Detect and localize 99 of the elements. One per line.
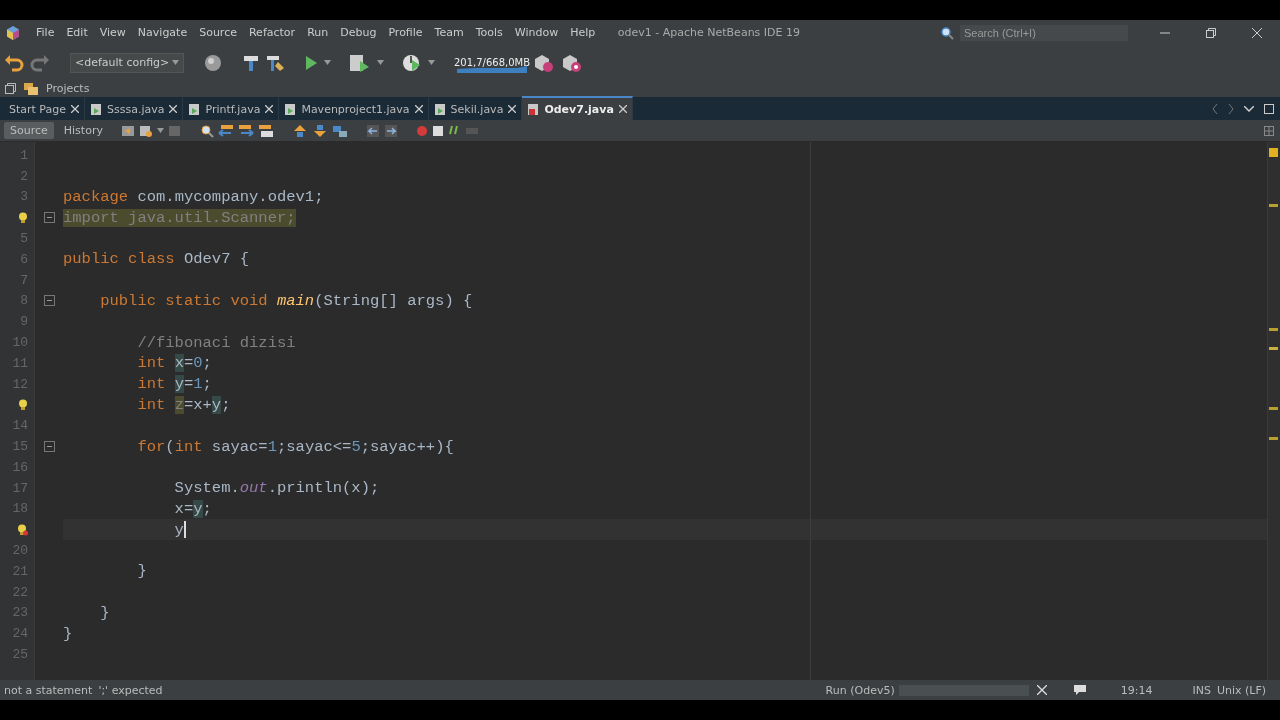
run-icon[interactable]: [304, 53, 318, 72]
code-line: for(int sayac=1;sayac<=5;sayac++){: [136, 437, 454, 456]
shift-left-icon[interactable]: [365, 123, 380, 138]
menu-item[interactable]: Edit: [60, 26, 94, 39]
code-line: }: [99, 603, 110, 622]
error-lightbulb-icon: [17, 523, 28, 536]
editor-tab[interactable]: Start Page: [4, 96, 85, 120]
chevron-left-icon[interactable]: [1212, 104, 1218, 114]
status-message: ';' expected: [98, 683, 163, 697]
code-line: int z=x+y;: [136, 395, 231, 414]
close-icon[interactable]: [1036, 685, 1047, 695]
code-line: //fibonaci dizisi: [136, 333, 296, 352]
menu-item[interactable]: Profile: [382, 26, 429, 39]
fold-icon[interactable]: [43, 212, 55, 224]
caret-position: 19:14: [1120, 683, 1153, 697]
caret-icon[interactable]: [172, 60, 179, 65]
caret-icon[interactable]: [324, 60, 331, 65]
hammer-broom-icon[interactable]: [266, 53, 286, 72]
java-file-icon: [433, 102, 446, 116]
fold-icon[interactable]: [43, 295, 55, 307]
menu-item[interactable]: Navigate: [131, 26, 194, 39]
line-endings: Unix (LF): [1216, 683, 1266, 697]
highlight-icon[interactable]: [257, 123, 274, 138]
code-line: int x=0;: [136, 354, 212, 373]
caret-icon[interactable]: [156, 128, 164, 133]
view-tab[interactable]: Source: [4, 122, 54, 139]
cube-gc-icon[interactable]: [561, 52, 583, 73]
fold-icon[interactable]: [43, 441, 55, 453]
menu-item[interactable]: Debug: [334, 26, 383, 39]
insert-mode: INS: [1192, 683, 1211, 697]
speech-bubble-icon[interactable]: [1072, 684, 1087, 696]
window-icon[interactable]: [5, 83, 16, 94]
close-icon[interactable]: [71, 105, 79, 113]
app-logo-icon: [6, 24, 20, 41]
code-line: }: [63, 624, 73, 643]
profile-icon[interactable]: [402, 53, 422, 72]
restore-icon[interactable]: [1206, 27, 1216, 38]
close-icon[interactable]: [265, 105, 274, 113]
code-line: public static void main(String[] args) {: [99, 291, 473, 310]
caret-icon[interactable]: [428, 60, 435, 65]
menu-item[interactable]: Source: [193, 26, 243, 39]
shift-right-icon[interactable]: [383, 123, 398, 138]
status-message: not a statement: [4, 683, 93, 697]
code-line: public class Odev7 {: [63, 250, 250, 269]
menu-item[interactable]: Help: [564, 26, 602, 39]
caret-icon[interactable]: [377, 60, 384, 65]
java-file-icon: [188, 102, 201, 116]
menu-item[interactable]: View: [93, 26, 132, 39]
hammer-icon[interactable]: [242, 53, 260, 72]
close-icon[interactable]: [1252, 27, 1262, 38]
menu-item[interactable]: Run: [301, 26, 335, 39]
menu-item[interactable]: File: [30, 26, 61, 39]
last-edit-icon[interactable]: [120, 123, 135, 138]
code-line: }: [136, 562, 147, 581]
projects-tab[interactable]: Projects: [46, 82, 90, 95]
find-next-icon[interactable]: [237, 123, 254, 138]
text-caret: [183, 521, 186, 539]
code-line: package com.mycompany.odev1;: [63, 188, 324, 206]
close-icon[interactable]: [618, 105, 627, 113]
menu-item[interactable]: Window: [508, 26, 565, 39]
chevron-down-icon[interactable]: [1244, 106, 1254, 112]
view-tab[interactable]: History: [57, 122, 109, 139]
status-icon: [1269, 148, 1278, 157]
java-file-icon: [90, 102, 102, 116]
globe-icon[interactable]: [204, 53, 222, 72]
code-line: System.out.println(x);: [173, 479, 380, 498]
cube-gc-icon[interactable]: [533, 52, 555, 73]
search-icon[interactable]: [940, 25, 956, 40]
toggle-bookmark-icon[interactable]: [331, 123, 348, 138]
menu-item[interactable]: Refactor: [242, 26, 302, 39]
code-line: int y=1;: [136, 375, 212, 394]
debug-icon[interactable]: [349, 53, 371, 72]
config-dropdown[interactable]: <default config>: [70, 52, 184, 73]
find-previous-icon[interactable]: [217, 123, 234, 138]
java-file-icon: [527, 102, 540, 116]
lightbulb-icon: [18, 398, 28, 411]
code-line: x=y;: [173, 499, 212, 518]
task-label: Run (Odev5): [825, 683, 895, 697]
code-line: y: [173, 520, 184, 539]
editor-tab[interactable]: Ssssa.java: [85, 96, 184, 120]
editor-tab[interactable]: Printf.java: [183, 96, 280, 120]
maximize-icon[interactable]: [1264, 104, 1274, 114]
lightbulb-icon: [18, 211, 28, 224]
search-field[interactable]: Search (Ctrl+I): [960, 24, 1128, 41]
folders-icon: [24, 82, 38, 95]
editor-tab[interactable]: Mavenproject1.java: [279, 96, 429, 120]
stop-icon[interactable]: [431, 124, 444, 137]
window-title: odev1 - Apache NetBeans IDE 19: [617, 26, 800, 39]
chevron-right-icon[interactable]: [1228, 104, 1234, 114]
close-icon[interactable]: [508, 105, 517, 113]
editor-tab[interactable]: Odev7.java: [522, 96, 633, 120]
java-file-icon: [284, 102, 297, 116]
close-icon[interactable]: [169, 105, 178, 113]
find-icon[interactable]: [199, 123, 214, 138]
menu-item[interactable]: Team: [428, 26, 470, 39]
menu-item[interactable]: Tools: [469, 26, 509, 39]
close-icon[interactable]: [414, 105, 423, 113]
split-icon[interactable]: [1264, 125, 1274, 136]
undo-icon[interactable]: [4, 53, 24, 72]
